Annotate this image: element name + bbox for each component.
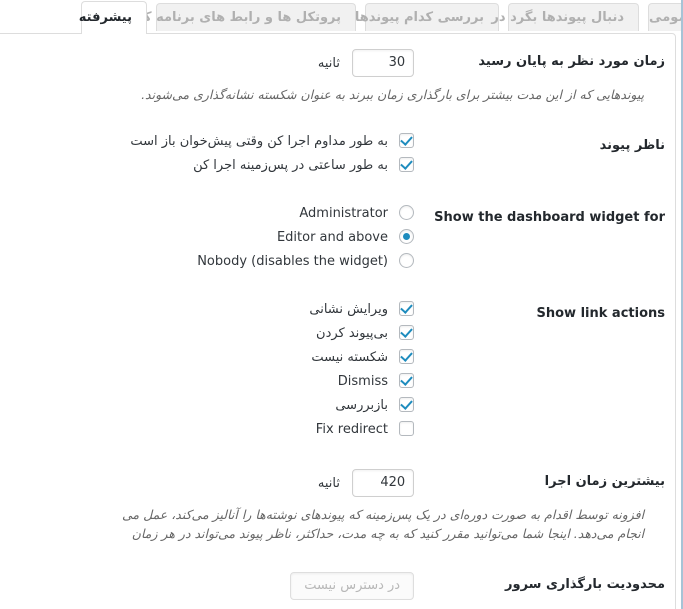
timeout-unit: ثانیه bbox=[317, 55, 340, 71]
checkbox-icon[interactable] bbox=[399, 325, 415, 340]
checkbox-icon[interactable] bbox=[399, 397, 415, 412]
link-action-recheck[interactable]: بازبررسی bbox=[0, 397, 415, 415]
radio-icon[interactable] bbox=[399, 253, 415, 268]
timeout-description: پیوندهایی که از این مدت بیشتر برای بارگذ… bbox=[141, 87, 645, 102]
row-link-actions: Show link actions ویرایش نشانی بی‌پیوند … bbox=[0, 286, 675, 454]
field-server-load-limit: محدودیت بارگذاری فقط بر روی لینوکس کار م… bbox=[0, 557, 424, 609]
tab-which-links-label: بررسی کدام پیوندها bbox=[354, 10, 484, 25]
link-action-dismiss[interactable]: Dismiss bbox=[0, 373, 415, 391]
label-link-actions: Show link actions bbox=[536, 306, 666, 321]
row-dashboard-widget: Show the dashboard widget for Administra… bbox=[0, 190, 675, 286]
row-max-execution-time: بیشترین زمان اجرا ثانیه افزونه توسط اقدا… bbox=[0, 454, 675, 557]
field-dashboard-widget: Administrator Editor and above Nobody (d… bbox=[0, 190, 424, 286]
max-execution-time-unit: ثانیه bbox=[317, 475, 340, 491]
label-timeout: زمان مورد نظر به پایان رسید bbox=[478, 54, 665, 69]
link-action-not-broken[interactable]: شکسته نیست bbox=[0, 349, 415, 367]
dashboard-widget-option-nobody-label: Nobody (disables the widget) bbox=[197, 254, 388, 269]
checkbox-icon[interactable] bbox=[399, 157, 415, 172]
tab-protocols-apis[interactable]: پروتکل ها و رابط های برنامه کاربردی bbox=[100, 3, 356, 31]
link-action-unlink-label: بی‌پیوند کردن bbox=[316, 326, 388, 341]
label-dashboard-widget: Show the dashboard widget for bbox=[434, 210, 665, 225]
tab-general-label: عمومی bbox=[649, 10, 683, 25]
link-action-edit-url-label: ویرایش نشانی bbox=[309, 302, 388, 317]
link-action-fix-redirect-label: Fix redirect bbox=[315, 422, 388, 437]
tab-general[interactable]: عمومی bbox=[648, 3, 683, 31]
link-monitor-option-hourly-label: به طور ساعتی در پس‌زمینه اجرا کن bbox=[193, 158, 388, 173]
tab-which-links[interactable]: بررسی کدام پیوندها bbox=[355, 3, 499, 31]
settings-table: زمان مورد نظر به پایان رسید ثانیه پیونده… bbox=[0, 34, 675, 609]
tab-look-for-links-in-label: دنبال پیوندها بگرد در bbox=[491, 10, 624, 25]
link-action-dismiss-label: Dismiss bbox=[337, 374, 388, 389]
checkbox-icon[interactable] bbox=[399, 349, 415, 364]
tab-advanced[interactable]: پیشرفته bbox=[78, 1, 147, 34]
tab-look-for-links-in[interactable]: دنبال پیوندها بگرد در bbox=[491, 3, 639, 31]
field-max-execution-time: ثانیه افزونه توسط اقدام به صورت دوره‌ای … bbox=[0, 454, 644, 557]
checkbox-icon[interactable] bbox=[399, 421, 415, 436]
dashboard-widget-option-administrator-label: Administrator bbox=[299, 206, 388, 221]
server-load-limit-input bbox=[290, 572, 415, 600]
max-execution-time-input[interactable] bbox=[352, 469, 415, 497]
label-link-monitor: ناظر پیوند bbox=[599, 138, 665, 153]
checkbox-icon[interactable] bbox=[399, 301, 415, 316]
advanced-settings-panel: زمان مورد نظر به پایان رسید ثانیه پیونده… bbox=[0, 33, 676, 609]
max-execution-time-description-line1: افزونه توسط اقدام به صورت دوره‌ای در یک … bbox=[122, 507, 645, 522]
checkbox-icon[interactable] bbox=[399, 373, 415, 388]
timeout-input[interactable] bbox=[352, 49, 415, 77]
dashboard-widget-option-editor-label: Editor and above bbox=[276, 230, 388, 245]
link-monitor-option-dashboard[interactable]: به طور مداوم اجرا کن وقتی پیش‌خوان باز ا… bbox=[0, 133, 415, 151]
row-link-monitor: ناظر پیوند به طور مداوم اجرا کن وقتی پیش… bbox=[0, 118, 675, 190]
settings-form: زمان مورد نظر به پایان رسید ثانیه پیونده… bbox=[0, 34, 675, 609]
radio-icon[interactable] bbox=[399, 205, 415, 220]
link-action-recheck-label: بازبررسی bbox=[335, 398, 388, 413]
dashboard-widget-option-editor[interactable]: Editor and above bbox=[0, 229, 415, 247]
link-monitor-option-hourly[interactable]: به طور ساعتی در پس‌زمینه اجرا کن bbox=[0, 157, 415, 175]
tab-advanced-label: پیشرفته bbox=[78, 10, 132, 25]
field-link-monitor: به طور مداوم اجرا کن وقتی پیش‌خوان باز ا… bbox=[0, 118, 424, 190]
field-timeout: ثانیه پیوندهایی که از این مدت بیشتر برای… bbox=[0, 34, 644, 118]
link-action-edit-url[interactable]: ویرایش نشانی bbox=[0, 301, 415, 319]
max-execution-time-description-line2: انجام می‌دهد. اینجا شما می‌توانید مقرر ک… bbox=[131, 526, 645, 541]
link-action-fix-redirect[interactable]: Fix redirect bbox=[0, 421, 415, 439]
label-server-load-limit: محدودیت بارگذاری سرور bbox=[505, 577, 665, 592]
settings-tab-strip: پیشرفته پروتکل ها و رابط های برنامه کارب… bbox=[0, 0, 683, 34]
dashboard-widget-option-administrator[interactable]: Administrator bbox=[0, 205, 415, 223]
settings-screen: پیشرفته پروتکل ها و رابط های برنامه کارب… bbox=[0, 0, 683, 609]
row-timeout: زمان مورد نظر به پایان رسید ثانیه پیونده… bbox=[0, 34, 675, 118]
link-action-not-broken-label: شکسته نیست bbox=[311, 350, 388, 365]
dashboard-widget-option-nobody[interactable]: Nobody (disables the widget) bbox=[0, 253, 415, 271]
link-monitor-option-dashboard-label: به طور مداوم اجرا کن وقتی پیش‌خوان باز ا… bbox=[130, 134, 388, 149]
row-server-load-limit: محدودیت بارگذاری سرور محدودیت بارگذاری ف… bbox=[0, 557, 675, 609]
radio-icon[interactable] bbox=[399, 229, 415, 244]
field-link-actions: ویرایش نشانی بی‌پیوند کردن شکسته نیست bbox=[0, 286, 424, 454]
checkbox-icon[interactable] bbox=[399, 133, 415, 148]
link-action-unlink[interactable]: بی‌پیوند کردن bbox=[0, 325, 415, 343]
